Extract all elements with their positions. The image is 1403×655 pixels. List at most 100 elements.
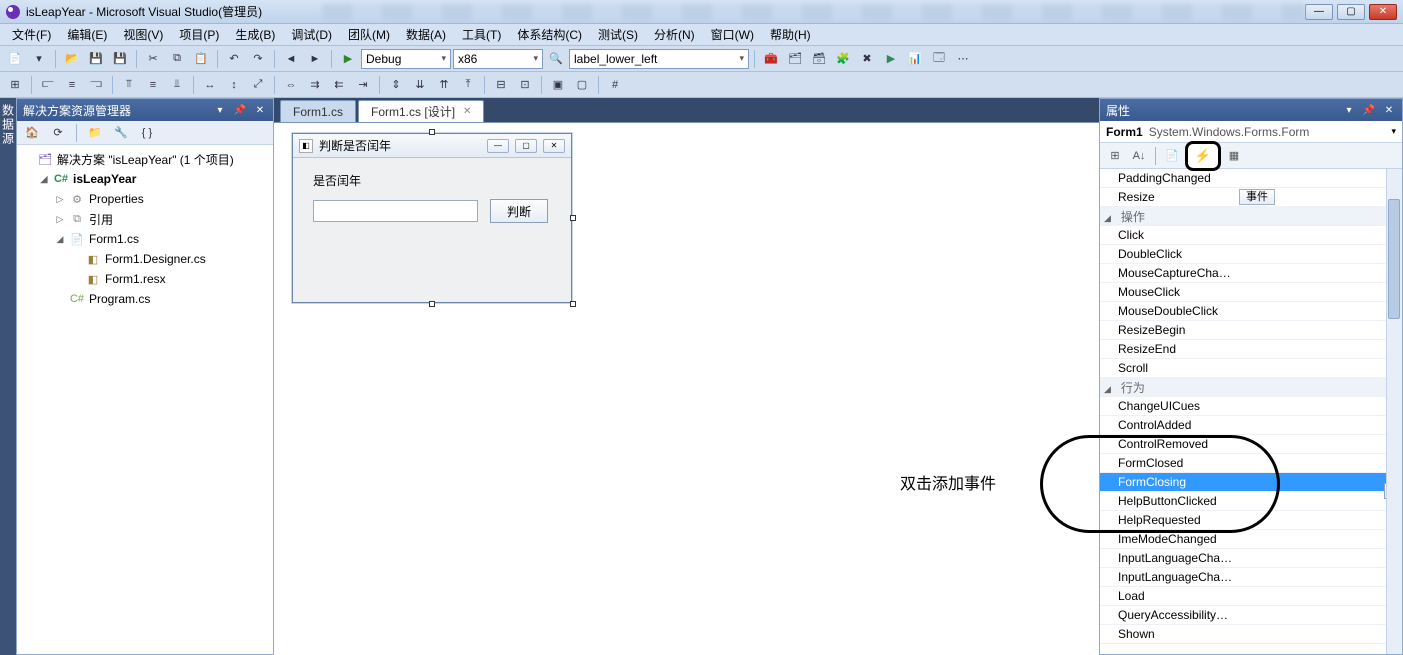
ext4-icon[interactable]: ✖ (856, 48, 878, 70)
tab-order-icon[interactable]: # (604, 74, 626, 96)
event-row[interactable]: ControlAdded (1100, 416, 1402, 435)
program-node[interactable]: C# Program.cs (19, 289, 271, 309)
event-badge[interactable]: 事件 (1239, 189, 1275, 205)
se-home-icon[interactable]: 🏠 (21, 122, 43, 144)
panel-close-icon[interactable]: ✕ (1382, 103, 1396, 117)
event-row[interactable]: FormClosed (1100, 454, 1402, 473)
project-node[interactable]: ◢C# isLeapYear (19, 169, 271, 189)
event-row[interactable]: Resize事件 (1100, 188, 1402, 207)
event-row[interactable]: QueryAccessibilityHelpRequested (1100, 606, 1402, 625)
bring-front-icon[interactable]: ▣ (547, 74, 569, 96)
menu-help[interactable]: 帮助(H) (762, 24, 819, 45)
resize-handle[interactable] (429, 301, 435, 307)
categorized-icon[interactable]: ⊞ (1104, 145, 1126, 167)
event-row[interactable]: Shown (1100, 625, 1402, 644)
find-icon[interactable]: 🔍 (545, 48, 567, 70)
alphabetical-icon[interactable]: A↓ (1128, 145, 1150, 167)
save-icon[interactable]: 💾 (85, 48, 107, 70)
vspace-eq-icon[interactable]: ⇕ (385, 74, 407, 96)
vspace-dec-icon[interactable]: ⇈ (433, 74, 455, 96)
form-min-icon[interactable]: — (487, 139, 509, 153)
hspace-dec-icon[interactable]: ⇇ (328, 74, 350, 96)
event-row[interactable]: ResizeBegin (1100, 321, 1402, 340)
menu-architecture[interactable]: 体系结构(C) (509, 24, 590, 45)
event-row[interactable]: ChangeUICues (1100, 397, 1402, 416)
close-button[interactable]: ✕ (1369, 4, 1397, 20)
category-row[interactable]: ◢行为 (1100, 378, 1402, 397)
se-refresh-icon[interactable]: ⟳ (47, 122, 69, 144)
references-node[interactable]: ▷⧉ 引用 (19, 209, 271, 229)
minimize-button[interactable]: — (1305, 4, 1333, 20)
paste-icon[interactable]: 📋 (190, 48, 212, 70)
vspace-inc-icon[interactable]: ⇊ (409, 74, 431, 96)
save-all-icon[interactable]: 💾 (109, 48, 131, 70)
align-left-icon[interactable]: ⫍ (37, 74, 59, 96)
align-top-icon[interactable]: ⫪ (118, 74, 140, 96)
tab-form1-cs[interactable]: Form1.cs (280, 100, 356, 122)
event-row[interactable]: PaddingChanged (1100, 169, 1402, 188)
undo-icon[interactable]: ↶ (223, 48, 245, 70)
size-h-icon[interactable]: ↕ (223, 74, 245, 96)
menu-window[interactable]: 窗口(W) (703, 24, 762, 45)
vspace-rem-icon[interactable]: ⤒ (457, 74, 479, 96)
event-row[interactable]: InputLanguageChanged (1100, 549, 1402, 568)
form-close-icon[interactable]: ✕ (543, 139, 565, 153)
ext5-icon[interactable]: ▶ (880, 48, 902, 70)
events-icon[interactable]: ⚡ (1185, 141, 1221, 171)
event-row[interactable]: ResizeEnd (1100, 340, 1402, 359)
hspace-inc-icon[interactable]: ⇉ (304, 74, 326, 96)
form-max-icon[interactable]: ▢ (515, 139, 537, 153)
form-button[interactable]: 判断 (490, 199, 548, 223)
se-props-icon[interactable]: 🔧 (110, 122, 132, 144)
add-item-icon[interactable]: ▾ (28, 48, 50, 70)
ext8-icon[interactable]: ⋯ (952, 48, 974, 70)
align-mid-icon[interactable]: ≡ (142, 74, 164, 96)
resize-handle[interactable] (570, 215, 576, 221)
menu-team[interactable]: 团队(M) (340, 24, 398, 45)
menu-build[interactable]: 生成(B) (227, 24, 283, 45)
hspace-rem-icon[interactable]: ⇥ (352, 74, 374, 96)
event-row[interactable]: HelpButtonClicked (1100, 492, 1402, 511)
cut-icon[interactable]: ✂ (142, 48, 164, 70)
ext6-icon[interactable]: 📊 (904, 48, 926, 70)
menu-analyze[interactable]: 分析(N) (646, 24, 703, 45)
event-row[interactable]: ImeModeChanged (1100, 530, 1402, 549)
object-selector[interactable]: Form1System.Windows.Forms.Form (1100, 121, 1402, 143)
properties-icon[interactable]: 📄 (1161, 145, 1183, 167)
se-showall-icon[interactable]: 📁 (84, 122, 106, 144)
align-grid-icon[interactable]: ⊞ (4, 74, 26, 96)
event-row[interactable]: Click (1100, 226, 1402, 245)
start-debug-icon[interactable]: ▶ (337, 48, 359, 70)
redo-icon[interactable]: ↷ (247, 48, 269, 70)
event-row[interactable]: MouseCaptureChanged (1100, 264, 1402, 283)
size-both-icon[interactable]: ⤢ (247, 74, 269, 96)
panel-pin-icon[interactable]: 📌 (1362, 103, 1376, 117)
se-code-icon[interactable]: { } (136, 122, 158, 144)
config-combo[interactable]: Debug (361, 49, 451, 69)
menu-file[interactable]: 文件(F) (4, 24, 59, 45)
new-project-icon[interactable]: 📄 (4, 48, 26, 70)
ext7-icon[interactable]: 🗔 (928, 48, 950, 70)
menu-data[interactable]: 数据(A) (398, 24, 454, 45)
event-row[interactable]: Load (1100, 587, 1402, 606)
align-right-icon[interactable]: ⫎ (85, 74, 107, 96)
tab-form1-design[interactable]: Form1.cs [设计]✕ (358, 100, 484, 122)
panel-pin-icon[interactable]: 📌 (233, 103, 247, 117)
event-row[interactable]: Scroll (1100, 359, 1402, 378)
event-row[interactable]: DoubleClick (1100, 245, 1402, 264)
form-textbox[interactable] (313, 200, 478, 222)
resize-handle[interactable] (570, 301, 576, 307)
ext2-icon[interactable]: 🗃 (808, 48, 830, 70)
designer-node[interactable]: ◧ Form1.Designer.cs (19, 249, 271, 269)
hspace-eq-icon[interactable]: ⇔ (280, 74, 302, 96)
resize-handle[interactable] (429, 129, 435, 135)
nav-fwd-icon[interactable]: ► (304, 48, 326, 70)
datasource-tab[interactable]: 数据源 (0, 98, 16, 655)
properties-node[interactable]: ▷⚙ Properties (19, 189, 271, 209)
solution-node[interactable]: 🗂 解决方案 "isLeapYear" (1 个项目) (19, 149, 271, 169)
menu-view[interactable]: 视图(V) (115, 24, 171, 45)
form-designer-window[interactable]: ◧ 判断是否闰年 — ▢ ✕ 是否闰年 判断 (292, 133, 572, 303)
align-bot-icon[interactable]: ⫫ (166, 74, 188, 96)
send-back-icon[interactable]: ▢ (571, 74, 593, 96)
menu-tools[interactable]: 工具(T) (454, 24, 509, 45)
